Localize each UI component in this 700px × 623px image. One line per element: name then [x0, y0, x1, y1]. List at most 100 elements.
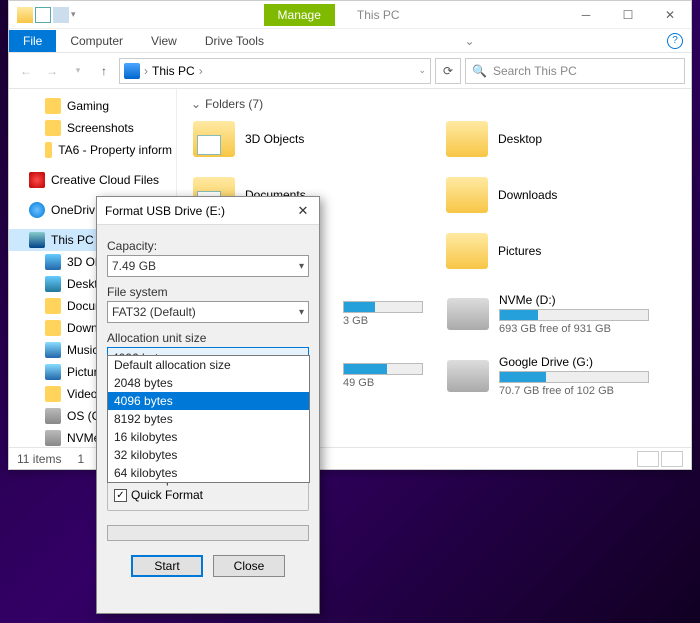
search-placeholder: Search This PC: [493, 64, 577, 78]
drive-free-text: 70.7 GB free of 102 GB: [499, 385, 649, 397]
minimize-button[interactable]: ─: [565, 1, 607, 29]
close-button[interactable]: ✕: [649, 1, 691, 29]
drive-usage-bar: [343, 301, 423, 313]
pc-icon: [124, 63, 140, 79]
tree-label: OneDriv: [51, 203, 95, 217]
dropdown-option-selected[interactable]: 4096 bytes: [108, 392, 309, 410]
up-button[interactable]: ↑: [93, 60, 115, 82]
drive-usage-bar: [499, 371, 649, 383]
drive-usage-bar: [343, 363, 423, 375]
tree-label: Music: [67, 343, 98, 357]
capacity-value: 7.49 GB: [112, 259, 156, 273]
tiles-view-button[interactable]: [661, 451, 683, 467]
drive-free-text: 49 GB: [343, 377, 423, 389]
folders-header[interactable]: ⌄Folders (7): [187, 95, 681, 115]
folder-icon: [45, 254, 61, 270]
folder-icon: [446, 121, 488, 157]
drive-icon: [447, 360, 489, 392]
filesystem-combo[interactable]: FAT32 (Default) ▾: [107, 301, 309, 323]
breadcrumb-sep2: ›: [199, 64, 203, 78]
chevron-down-icon: ⌄: [191, 97, 201, 111]
recent-dropdown-icon[interactable]: ▾: [67, 60, 89, 82]
dropdown-option[interactable]: 2048 bytes: [108, 374, 309, 392]
folder-icon: [446, 177, 488, 213]
drive-free-text: 3 GB: [343, 315, 423, 327]
allocation-dropdown: Default allocation size 2048 bytes 4096 …: [107, 355, 310, 483]
ribbon-tabs: File Computer View Drive Tools ⌄ ?: [9, 29, 691, 53]
folder-3dobjects[interactable]: 3D Objects: [187, 115, 428, 163]
folder-downloads[interactable]: Downloads: [440, 171, 681, 219]
drive-icon: [45, 408, 61, 424]
dropdown-option[interactable]: 64 kilobytes: [108, 464, 309, 482]
address-bar[interactable]: › This PC › ⌄: [119, 58, 431, 84]
filesystem-label: File system: [107, 285, 309, 299]
capacity-combo[interactable]: 7.49 GB ▾: [107, 255, 309, 277]
drive-nvme[interactable]: NVMe (D:) 693 GB free of 931 GB: [441, 287, 681, 341]
tree-ta6[interactable]: TA6 - Property inform: [9, 139, 176, 161]
dropdown-option[interactable]: 32 kilobytes: [108, 446, 309, 464]
properties-icon[interactable]: [35, 7, 51, 23]
computer-tab[interactable]: Computer: [56, 30, 137, 52]
navigation-row: ← → ▾ ↑ › This PC › ⌄ ⟳ 🔍 Search This PC: [9, 53, 691, 89]
maximize-button[interactable]: ☐: [607, 1, 649, 29]
ribbon-expand-icon[interactable]: ⌄: [464, 34, 474, 48]
tree-screenshots[interactable]: Screenshots: [9, 117, 176, 139]
quick-access-toolbar: ▾: [9, 7, 84, 23]
drive-tools-tab[interactable]: Drive Tools: [191, 30, 278, 52]
tree-label: Gaming: [67, 99, 109, 113]
address-dropdown-icon[interactable]: ⌄: [418, 65, 426, 76]
pc-icon: [29, 232, 45, 248]
folder-label: 3D Objects: [245, 132, 304, 146]
manage-tab[interactable]: Manage: [264, 4, 335, 26]
folder-icon: [45, 142, 52, 158]
search-box[interactable]: 🔍 Search This PC: [465, 58, 685, 84]
allocation-label: Allocation unit size: [107, 331, 309, 345]
folder-icon: [45, 98, 61, 114]
breadcrumb-thispc[interactable]: This PC: [152, 64, 195, 78]
quick-format-label: Quick Format: [131, 488, 203, 502]
dialog-close-button[interactable]: ✕: [295, 203, 311, 219]
folder-icon: [45, 386, 61, 402]
titlebar: ▾ Manage This PC ─ ☐ ✕: [9, 1, 691, 29]
qat-dropdown-icon[interactable]: ▾: [71, 9, 76, 20]
breadcrumb-sep: ›: [144, 64, 148, 78]
status-selection: 1: [77, 452, 84, 466]
dialog-titlebar: Format USB Drive (E:) ✕: [97, 197, 319, 225]
forward-button[interactable]: →: [41, 60, 63, 82]
tree-gaming[interactable]: Gaming: [9, 95, 176, 117]
tree-label: Screenshots: [67, 121, 134, 135]
folder-icon: [45, 276, 61, 292]
folder-label: Downloads: [498, 188, 557, 202]
start-button[interactable]: Start: [131, 555, 203, 577]
dialog-title: Format USB Drive (E:): [105, 204, 225, 218]
drive-free-text: 693 GB free of 931 GB: [499, 323, 649, 335]
folder-pictures[interactable]: Pictures: [440, 227, 681, 275]
search-icon: 🔍: [472, 64, 487, 78]
status-item-count: 11 items: [17, 452, 61, 466]
tree-label: Creative Cloud Files: [51, 173, 159, 187]
back-button[interactable]: ←: [15, 60, 37, 82]
drive-name: Google Drive (G:): [499, 355, 649, 369]
drive-google[interactable]: Google Drive (G:) 70.7 GB free of 102 GB: [441, 349, 681, 403]
close-button[interactable]: Close: [213, 555, 285, 577]
format-options-group: Format options ✓ Quick Format: [107, 479, 309, 511]
new-folder-icon[interactable]: [53, 7, 69, 23]
dropdown-option[interactable]: 16 kilobytes: [108, 428, 309, 446]
filesystem-value: FAT32 (Default): [112, 305, 196, 319]
dropdown-option[interactable]: Default allocation size: [108, 356, 309, 374]
tree-creative-cloud[interactable]: Creative Cloud Files: [9, 169, 176, 191]
refresh-button[interactable]: ⟳: [435, 58, 461, 84]
folder-desktop[interactable]: Desktop: [440, 115, 681, 163]
app-icon: [17, 7, 33, 23]
view-tab[interactable]: View: [137, 30, 191, 52]
music-icon: [45, 342, 61, 358]
details-view-button[interactable]: [637, 451, 659, 467]
folder-icon: [45, 120, 61, 136]
quick-format-checkbox[interactable]: ✓ Quick Format: [114, 488, 302, 502]
dropdown-option[interactable]: 8192 bytes: [108, 410, 309, 428]
folder-label: Desktop: [498, 132, 542, 146]
creative-cloud-icon: [29, 172, 45, 188]
help-icon[interactable]: ?: [667, 33, 683, 49]
file-tab[interactable]: File: [9, 30, 56, 52]
folder-icon: [193, 121, 235, 157]
